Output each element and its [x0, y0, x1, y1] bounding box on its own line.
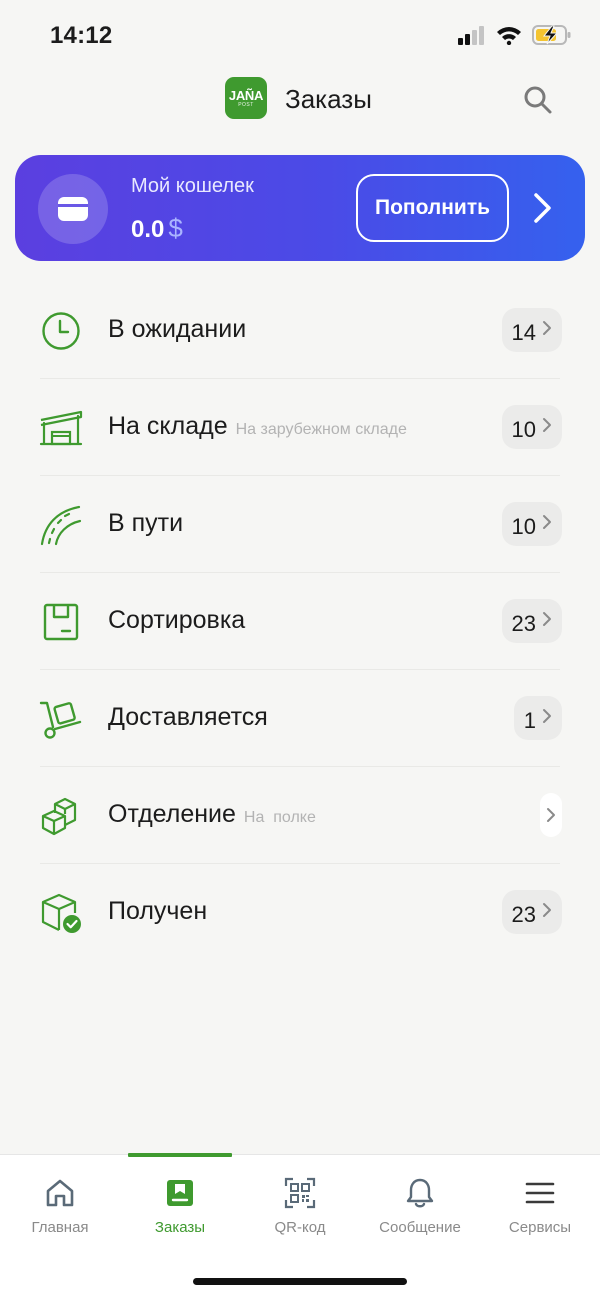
order-row-sublabel: На зарубежном складе: [235, 421, 407, 438]
status-bar: 14:12: [0, 0, 600, 76]
count-badge[interactable]: 10: [501, 405, 562, 449]
chevron-right-icon: [547, 808, 555, 822]
order-status-list: В ожидании 14 На складе На зарубежном ск…: [0, 282, 600, 961]
topup-button[interactable]: Пополнить: [356, 174, 509, 242]
wallet-icon-container: [38, 174, 108, 244]
wallet-currency: $: [168, 213, 183, 243]
order-row-delivering[interactable]: Доставляется 1: [0, 670, 600, 767]
badge-count: 10: [511, 417, 536, 442]
count-badge[interactable]: 14: [501, 308, 562, 352]
wallet-card[interactable]: Мой кошелек 0.0 $ Пополнить: [15, 155, 585, 261]
nav-label: Сервисы: [508, 1219, 572, 1236]
chevron-right-icon: [543, 321, 551, 335]
bottom-navigation: Главная Заказы QR-код Сообщение Сервисы: [0, 1153, 600, 1297]
order-row-text: Доставляется: [108, 703, 268, 732]
wifi-icon: [497, 27, 521, 45]
order-row-text: Получен: [108, 897, 207, 926]
road-icon: [40, 505, 82, 546]
order-row-text: На складе На зарубежном складе: [108, 412, 407, 441]
qr-code-icon: [284, 1177, 316, 1209]
order-row-text: Отделение На полке: [108, 800, 316, 829]
count-badge[interactable]: 10: [501, 502, 562, 546]
nav-tab-services[interactable]: Сервисы: [480, 1177, 600, 1237]
order-row-label: Сортировка: [108, 606, 246, 634]
order-row-pending[interactable]: В ожидании 14: [0, 282, 600, 379]
nav-tab-qr[interactable]: QR-код: [240, 1177, 360, 1237]
signal-icon: [458, 26, 484, 45]
badge-count: 10: [511, 514, 536, 539]
badge-count: 23: [511, 611, 536, 636]
order-row-label: В ожидании: [108, 315, 247, 343]
clock-icon: [42, 312, 80, 350]
box-icon: [43, 603, 79, 641]
warehouse-icon: [39, 410, 83, 446]
home-indicator[interactable]: [193, 1278, 407, 1285]
chevron-right-icon[interactable]: [531, 191, 555, 225]
app-screen: 14:12 JAÑA POST Заказы Мой кошелек 0.0 $…: [0, 0, 600, 1297]
logo-subtext: POST: [238, 101, 254, 108]
logo-text: JAÑA: [228, 87, 264, 103]
bell-icon: [406, 1178, 434, 1208]
nav-label: Заказы: [154, 1219, 206, 1236]
order-row-sublabel: На полке: [243, 809, 316, 826]
nav-tab-orders[interactable]: Заказы: [120, 1177, 240, 1237]
hand-truck-icon: [39, 701, 82, 739]
nav-label: Сообщение: [379, 1219, 461, 1236]
chevron-right-icon: [543, 903, 551, 917]
chevron-right-icon: [543, 418, 551, 432]
battery-charging-icon: [532, 25, 571, 45]
order-row-text: В пути: [108, 509, 183, 538]
wallet-label: Мой кошелек: [131, 175, 254, 197]
wallet-balance: 0.0 $: [131, 213, 183, 244]
count-badge[interactable]: [540, 793, 562, 837]
boxes-icon: [41, 797, 77, 836]
chevron-right-icon: [543, 515, 551, 529]
order-row-warehouse[interactable]: На складе На зарубежном складе 10: [0, 379, 600, 476]
order-row-label: В пути: [108, 509, 184, 537]
nav-tab-home[interactable]: Главная: [0, 1177, 120, 1237]
status-icons: [458, 24, 572, 46]
nav-tab-messages[interactable]: Сообщение: [360, 1177, 480, 1237]
count-badge[interactable]: 23: [501, 599, 562, 643]
home-icon: [46, 1179, 74, 1207]
order-row-received[interactable]: Получен 23: [0, 864, 600, 961]
badge-count: 14: [511, 320, 536, 345]
order-row-label: На складе: [108, 412, 228, 440]
nav-label: QR-код: [274, 1219, 326, 1236]
order-row-in-transit[interactable]: В пути 10: [0, 476, 600, 573]
nav-label: Главная: [31, 1219, 89, 1236]
order-row-label: Отделение: [108, 800, 236, 828]
orders-icon: [167, 1180, 193, 1206]
active-tab-indicator: [128, 1153, 232, 1157]
wallet-icon: [58, 197, 88, 221]
order-row-label: Получен: [108, 897, 208, 925]
order-row-branch[interactable]: Отделение На полке: [0, 767, 600, 864]
box-check-icon: [41, 893, 81, 933]
chevron-right-icon: [543, 709, 551, 723]
order-row-sorting[interactable]: Сортировка 23: [0, 573, 600, 670]
badge-count: 23: [511, 902, 536, 927]
search-icon[interactable]: [520, 82, 556, 118]
app-logo: JAÑA POST: [225, 77, 267, 119]
header: JAÑA POST Заказы: [0, 76, 600, 142]
count-badge[interactable]: 23: [501, 890, 562, 934]
count-badge[interactable]: 1: [513, 696, 562, 740]
order-row-text: Сортировка: [108, 606, 245, 635]
order-row-text: В ожидании: [108, 315, 246, 344]
order-row-label: Доставляется: [108, 703, 268, 731]
wallet-balance-value: 0.0: [131, 216, 165, 243]
badge-count: 1: [523, 708, 536, 733]
page-title: Заказы: [285, 84, 372, 114]
chevron-right-icon: [543, 612, 551, 626]
menu-icon: [525, 1182, 555, 1204]
status-time: 14:12: [50, 22, 113, 49]
